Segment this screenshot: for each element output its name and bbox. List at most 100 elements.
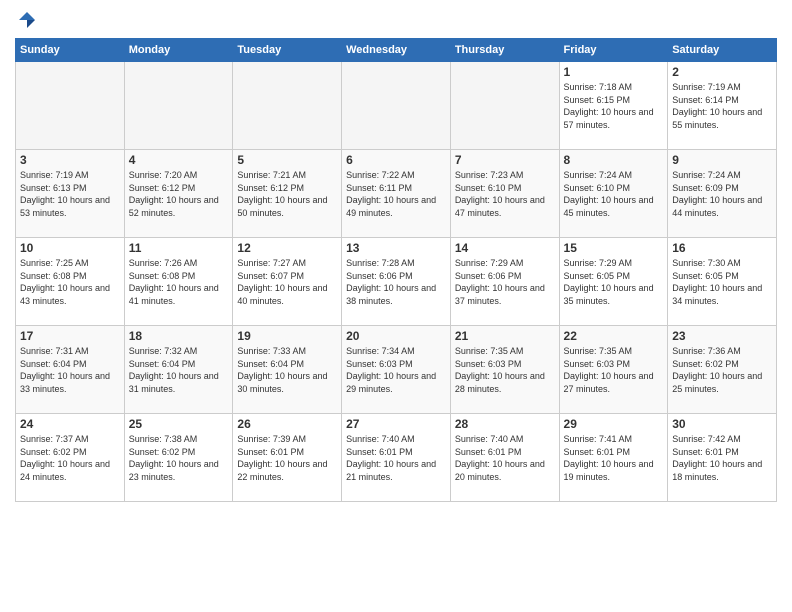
- calendar-cell: [233, 62, 342, 150]
- day-number: 7: [455, 153, 555, 167]
- day-info: Sunrise: 7:40 AM Sunset: 6:01 PM Dayligh…: [455, 433, 555, 483]
- weekday-header-row: SundayMondayTuesdayWednesdayThursdayFrid…: [16, 39, 777, 62]
- calendar-cell: 17 Sunrise: 7:31 AM Sunset: 6:04 PM Dayli…: [16, 326, 125, 414]
- day-number: 19: [237, 329, 337, 343]
- calendar-cell: 7 Sunrise: 7:23 AM Sunset: 6:10 PM Daylig…: [450, 150, 559, 238]
- calendar-cell: 5 Sunrise: 7:21 AM Sunset: 6:12 PM Daylig…: [233, 150, 342, 238]
- day-info: Sunrise: 7:18 AM Sunset: 6:15 PM Dayligh…: [564, 81, 664, 131]
- calendar-cell: 25 Sunrise: 7:38 AM Sunset: 6:02 PM Dayli…: [124, 414, 233, 502]
- day-number: 17: [20, 329, 120, 343]
- calendar-cell: 9 Sunrise: 7:24 AM Sunset: 6:09 PM Daylig…: [668, 150, 777, 238]
- calendar-cell: 6 Sunrise: 7:22 AM Sunset: 6:11 PM Daylig…: [342, 150, 451, 238]
- logo: [15, 10, 37, 30]
- day-info: Sunrise: 7:33 AM Sunset: 6:04 PM Dayligh…: [237, 345, 337, 395]
- weekday-header-friday: Friday: [559, 39, 668, 62]
- day-number: 2: [672, 65, 772, 79]
- day-number: 27: [346, 417, 446, 431]
- day-info: Sunrise: 7:42 AM Sunset: 6:01 PM Dayligh…: [672, 433, 772, 483]
- logo-icon: [17, 10, 37, 30]
- day-info: Sunrise: 7:35 AM Sunset: 6:03 PM Dayligh…: [455, 345, 555, 395]
- day-number: 9: [672, 153, 772, 167]
- calendar-cell: 16 Sunrise: 7:30 AM Sunset: 6:05 PM Dayli…: [668, 238, 777, 326]
- day-info: Sunrise: 7:34 AM Sunset: 6:03 PM Dayligh…: [346, 345, 446, 395]
- calendar-cell: 23 Sunrise: 7:36 AM Sunset: 6:02 PM Dayli…: [668, 326, 777, 414]
- calendar-cell: 21 Sunrise: 7:35 AM Sunset: 6:03 PM Dayli…: [450, 326, 559, 414]
- day-number: 28: [455, 417, 555, 431]
- day-number: 18: [129, 329, 229, 343]
- day-number: 6: [346, 153, 446, 167]
- day-info: Sunrise: 7:27 AM Sunset: 6:07 PM Dayligh…: [237, 257, 337, 307]
- calendar-cell: 24 Sunrise: 7:37 AM Sunset: 6:02 PM Dayli…: [16, 414, 125, 502]
- calendar-cell: 22 Sunrise: 7:35 AM Sunset: 6:03 PM Dayli…: [559, 326, 668, 414]
- calendar-week-5: 24 Sunrise: 7:37 AM Sunset: 6:02 PM Dayli…: [16, 414, 777, 502]
- day-info: Sunrise: 7:21 AM Sunset: 6:12 PM Dayligh…: [237, 169, 337, 219]
- calendar-week-2: 3 Sunrise: 7:19 AM Sunset: 6:13 PM Daylig…: [16, 150, 777, 238]
- day-info: Sunrise: 7:41 AM Sunset: 6:01 PM Dayligh…: [564, 433, 664, 483]
- calendar-cell: 28 Sunrise: 7:40 AM Sunset: 6:01 PM Dayli…: [450, 414, 559, 502]
- calendar-cell: 30 Sunrise: 7:42 AM Sunset: 6:01 PM Dayli…: [668, 414, 777, 502]
- calendar-week-1: 1 Sunrise: 7:18 AM Sunset: 6:15 PM Daylig…: [16, 62, 777, 150]
- day-info: Sunrise: 7:19 AM Sunset: 6:13 PM Dayligh…: [20, 169, 120, 219]
- weekday-header-saturday: Saturday: [668, 39, 777, 62]
- day-number: 22: [564, 329, 664, 343]
- day-info: Sunrise: 7:29 AM Sunset: 6:05 PM Dayligh…: [564, 257, 664, 307]
- calendar-cell: 27 Sunrise: 7:40 AM Sunset: 6:01 PM Dayli…: [342, 414, 451, 502]
- calendar-cell: 18 Sunrise: 7:32 AM Sunset: 6:04 PM Dayli…: [124, 326, 233, 414]
- day-number: 1: [564, 65, 664, 79]
- day-info: Sunrise: 7:30 AM Sunset: 6:05 PM Dayligh…: [672, 257, 772, 307]
- day-info: Sunrise: 7:38 AM Sunset: 6:02 PM Dayligh…: [129, 433, 229, 483]
- weekday-header-monday: Monday: [124, 39, 233, 62]
- day-info: Sunrise: 7:36 AM Sunset: 6:02 PM Dayligh…: [672, 345, 772, 395]
- day-info: Sunrise: 7:19 AM Sunset: 6:14 PM Dayligh…: [672, 81, 772, 131]
- day-number: 10: [20, 241, 120, 255]
- day-info: Sunrise: 7:29 AM Sunset: 6:06 PM Dayligh…: [455, 257, 555, 307]
- calendar-cell: 20 Sunrise: 7:34 AM Sunset: 6:03 PM Dayli…: [342, 326, 451, 414]
- calendar-cell: [124, 62, 233, 150]
- calendar-week-3: 10 Sunrise: 7:25 AM Sunset: 6:08 PM Dayli…: [16, 238, 777, 326]
- weekday-header-tuesday: Tuesday: [233, 39, 342, 62]
- day-info: Sunrise: 7:35 AM Sunset: 6:03 PM Dayligh…: [564, 345, 664, 395]
- day-info: Sunrise: 7:24 AM Sunset: 6:10 PM Dayligh…: [564, 169, 664, 219]
- day-number: 20: [346, 329, 446, 343]
- day-number: 26: [237, 417, 337, 431]
- day-info: Sunrise: 7:31 AM Sunset: 6:04 PM Dayligh…: [20, 345, 120, 395]
- calendar-cell: 4Sunrise: 7:20 AM Sunset: 6:12 PM Daylig…: [124, 150, 233, 238]
- calendar-cell: 13Sunrise: 7:28 AM Sunset: 6:06 PM Dayli…: [342, 238, 451, 326]
- calendar-cell: 19 Sunrise: 7:33 AM Sunset: 6:04 PM Dayli…: [233, 326, 342, 414]
- day-number: 29: [564, 417, 664, 431]
- day-number: 12: [237, 241, 337, 255]
- day-number: 30: [672, 417, 772, 431]
- day-info: Sunrise: 7:22 AM Sunset: 6:11 PM Dayligh…: [346, 169, 446, 219]
- day-number: 15: [564, 241, 664, 255]
- day-info: Sunrise: 7:25 AM Sunset: 6:08 PM Dayligh…: [20, 257, 120, 307]
- weekday-header-wednesday: Wednesday: [342, 39, 451, 62]
- day-number: 21: [455, 329, 555, 343]
- day-number: 25: [129, 417, 229, 431]
- day-info: Sunrise: 7:20 AM Sunset: 6:12 PM Dayligh…: [129, 169, 229, 219]
- day-info: Sunrise: 7:40 AM Sunset: 6:01 PM Dayligh…: [346, 433, 446, 483]
- day-number: 16: [672, 241, 772, 255]
- calendar-cell: 10 Sunrise: 7:25 AM Sunset: 6:08 PM Dayli…: [16, 238, 125, 326]
- day-info: Sunrise: 7:37 AM Sunset: 6:02 PM Dayligh…: [20, 433, 120, 483]
- calendar-cell: 26Sunrise: 7:39 AM Sunset: 6:01 PM Dayli…: [233, 414, 342, 502]
- day-number: 3: [20, 153, 120, 167]
- day-number: 24: [20, 417, 120, 431]
- calendar-cell: 14 Sunrise: 7:29 AM Sunset: 6:06 PM Dayli…: [450, 238, 559, 326]
- calendar-week-4: 17 Sunrise: 7:31 AM Sunset: 6:04 PM Dayli…: [16, 326, 777, 414]
- day-info: Sunrise: 7:24 AM Sunset: 6:09 PM Dayligh…: [672, 169, 772, 219]
- calendar-cell: 1 Sunrise: 7:18 AM Sunset: 6:15 PM Daylig…: [559, 62, 668, 150]
- day-info: Sunrise: 7:32 AM Sunset: 6:04 PM Dayligh…: [129, 345, 229, 395]
- page-container: SundayMondayTuesdayWednesdayThursdayFrid…: [0, 0, 792, 512]
- day-number: 13: [346, 241, 446, 255]
- day-number: 14: [455, 241, 555, 255]
- day-number: 23: [672, 329, 772, 343]
- day-info: Sunrise: 7:26 AM Sunset: 6:08 PM Dayligh…: [129, 257, 229, 307]
- calendar-cell: 3 Sunrise: 7:19 AM Sunset: 6:13 PM Daylig…: [16, 150, 125, 238]
- day-info: Sunrise: 7:23 AM Sunset: 6:10 PM Dayligh…: [455, 169, 555, 219]
- calendar-cell: 2 Sunrise: 7:19 AM Sunset: 6:14 PM Daylig…: [668, 62, 777, 150]
- calendar-cell: [16, 62, 125, 150]
- day-number: 5: [237, 153, 337, 167]
- calendar-cell: 15 Sunrise: 7:29 AM Sunset: 6:05 PM Dayli…: [559, 238, 668, 326]
- calendar-cell: [342, 62, 451, 150]
- day-number: 11: [129, 241, 229, 255]
